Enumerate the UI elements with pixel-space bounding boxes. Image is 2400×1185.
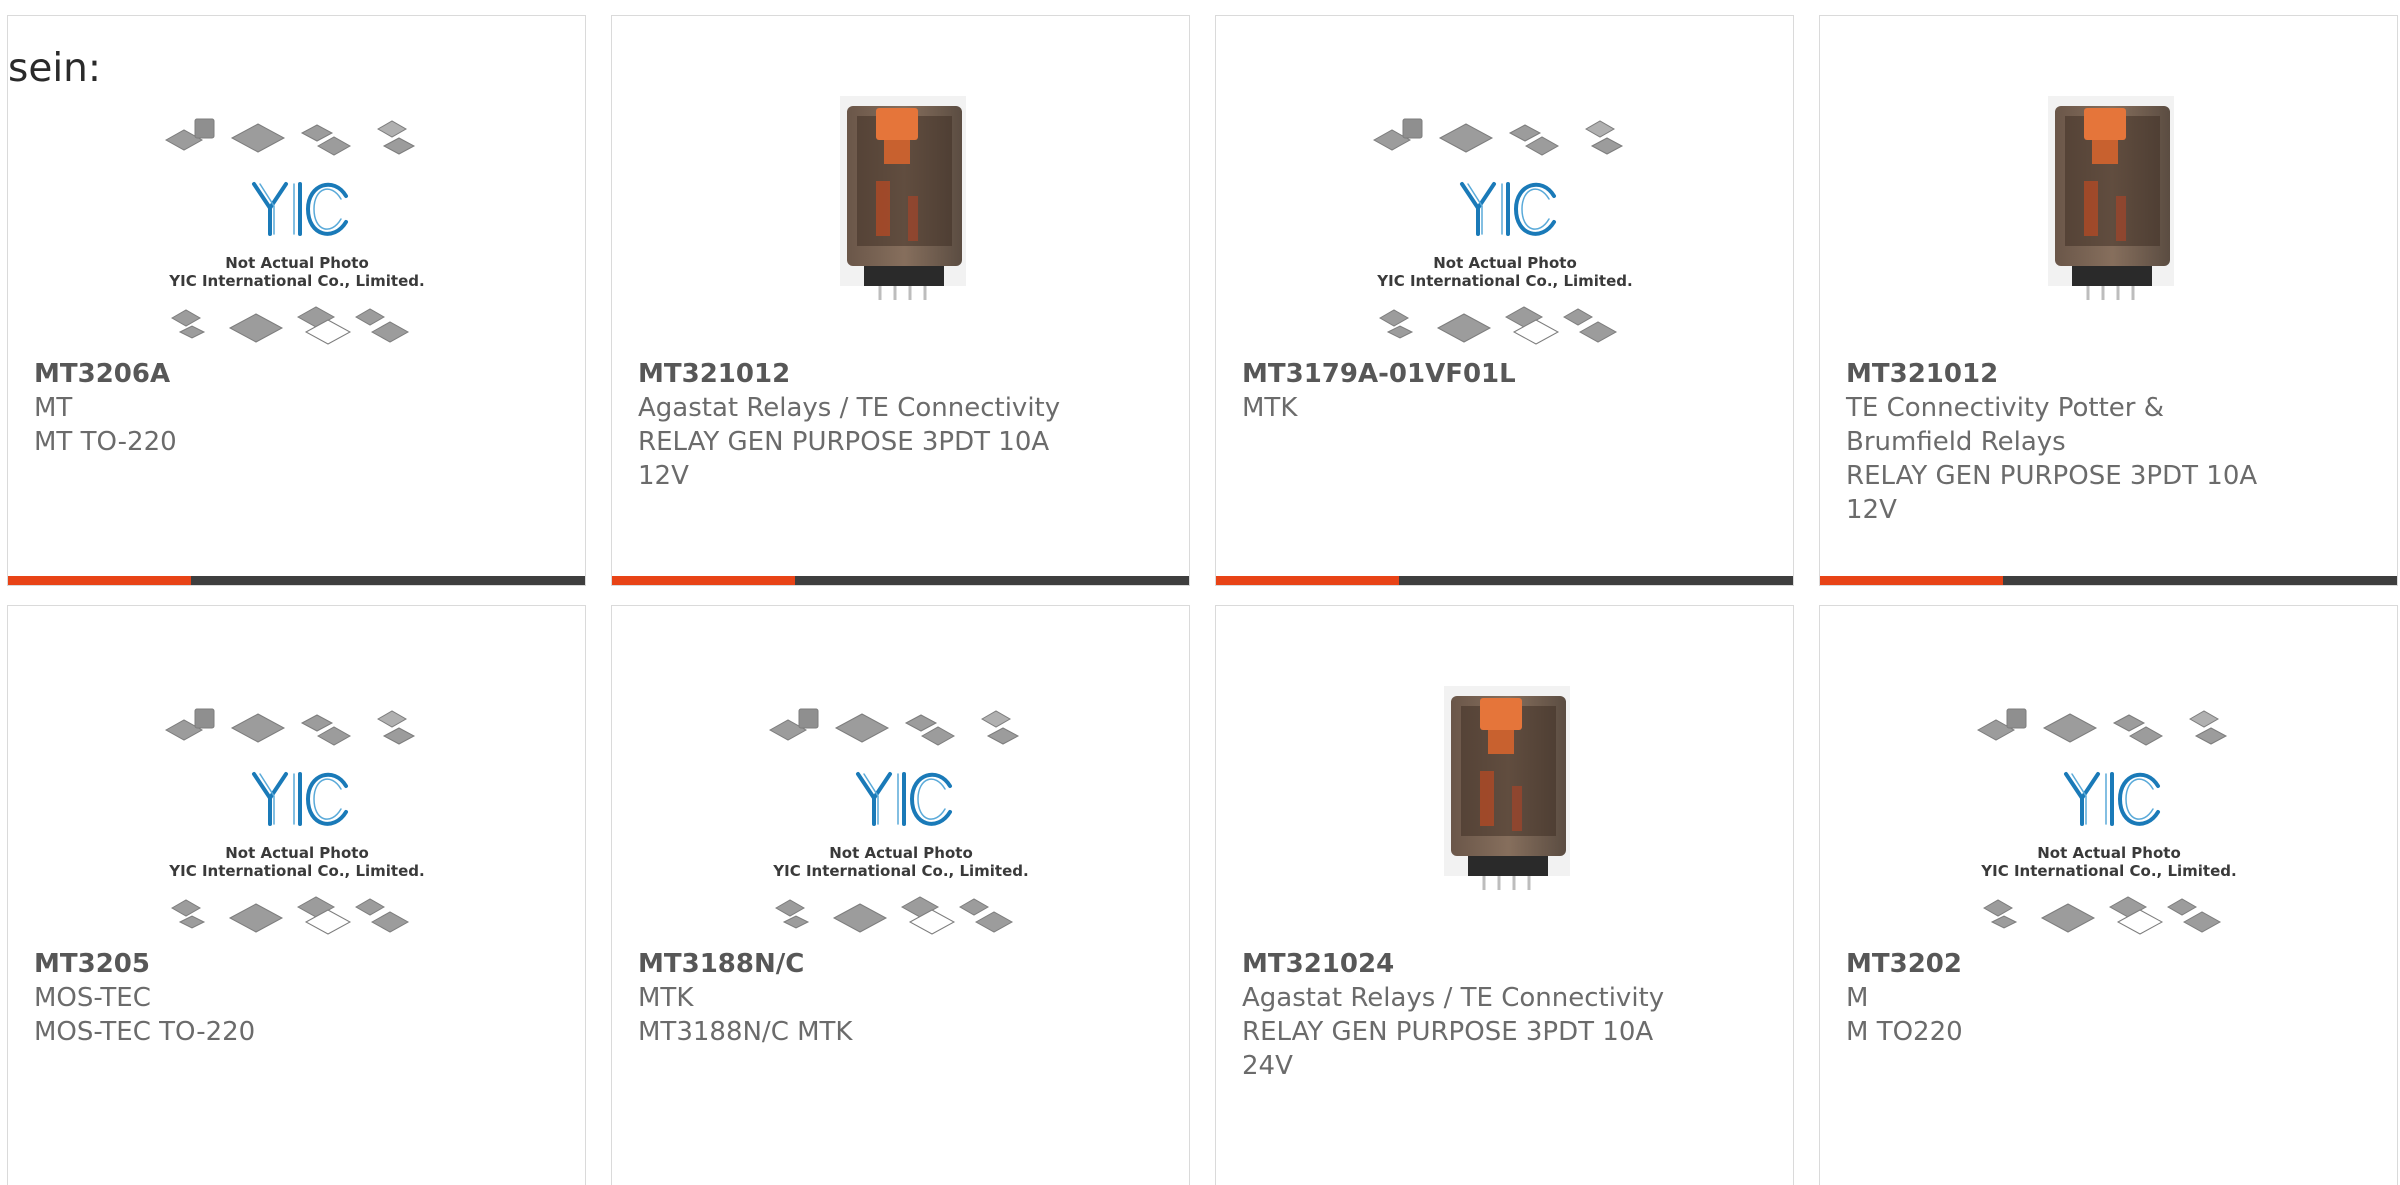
product-part-number[interactable]: MT321012 <box>638 357 1068 391</box>
placeholder-company: YIC International Co., Limited. <box>168 272 424 290</box>
card-accent-bar <box>1820 576 2003 585</box>
card-bottom-bar <box>1820 576 2397 585</box>
relay-photo-icon <box>1444 686 1570 890</box>
product-part-number[interactable]: MT321012 <box>1846 357 2276 391</box>
product-image[interactable]: Not Actual Photo YIC International Co., … <box>1216 86 1793 366</box>
relay-photo-icon <box>2048 96 2174 300</box>
product-info: MT321024 Agastat Relays / TE Connectivity… <box>1242 947 1672 1083</box>
placeholder-caption: Not Actual Photo <box>2037 844 2181 862</box>
product-card[interactable]: Not Actual Photo YIC International Co., … <box>7 605 586 1185</box>
placeholder-caption: Not Actual Photo <box>829 844 973 862</box>
product-card[interactable]: MT321012 TE Connectivity Potter & Brumfie… <box>1819 15 2398 586</box>
product-manufacturer: TE Connectivity Potter & Brumfield Relay… <box>1846 393 2165 457</box>
placeholder-caption: Not Actual Photo <box>225 254 369 272</box>
product-image[interactable] <box>612 86 1189 366</box>
product-info: MT3205 MOS-TEC MOS-TEC TO-220 <box>34 947 464 1049</box>
placeholder-photo-icon: Not Actual Photo YIC International Co., … <box>164 118 425 345</box>
product-manufacturer: Agastat Relays / TE Connectivity <box>1242 983 1665 1013</box>
placeholder-company: YIC International Co., Limited. <box>168 862 424 880</box>
product-part-number[interactable]: MT3205 <box>34 947 464 981</box>
placeholder-caption: Not Actual Photo <box>1433 254 1577 272</box>
product-part-number[interactable]: MT3202 <box>1846 947 2276 981</box>
product-image[interactable]: Not Actual Photo YIC International Co., … <box>612 676 1189 956</box>
product-image[interactable]: Not Actual Photo YIC International Co., … <box>1820 676 2397 956</box>
product-card[interactable]: Not Actual Photo YIC International Co., … <box>1819 605 2398 1185</box>
card-bottom-bar <box>1216 576 1793 585</box>
product-manufacturer: M <box>1846 983 1869 1013</box>
product-info: MT321012 Agastat Relays / TE Connectivity… <box>638 357 1068 493</box>
product-image[interactable] <box>1820 86 2397 366</box>
product-manufacturer: Agastat Relays / TE Connectivity <box>638 393 1061 423</box>
placeholder-photo-icon: Not Actual Photo YIC International Co., … <box>164 708 425 935</box>
product-part-number[interactable]: MT3206A <box>34 357 464 391</box>
product-description: M TO220 <box>1846 1017 1963 1047</box>
product-card[interactable]: Not Actual Photo YIC International Co., … <box>1215 15 1794 586</box>
placeholder-company: YIC International Co., Limited. <box>772 862 1028 880</box>
product-part-number[interactable]: MT3188N/C <box>638 947 1068 981</box>
product-manufacturer: MOS-TEC <box>34 983 151 1013</box>
product-card[interactable]: Not Actual Photo YIC International Co., … <box>611 605 1190 1185</box>
product-card[interactable]: Not Actual Photo YIC International Co., … <box>7 15 586 586</box>
card-accent-bar <box>1216 576 1399 585</box>
product-info: MT321012 TE Connectivity Potter & Brumfie… <box>1846 357 2276 527</box>
card-bottom-bar <box>612 576 1189 585</box>
card-accent-bar <box>8 576 191 585</box>
product-info: MT3206A MT MT TO-220 <box>34 357 464 459</box>
card-bottom-bar <box>8 576 585 585</box>
product-manufacturer: MT <box>34 393 73 423</box>
product-description: RELAY GEN PURPOSE 3PDT 10A 12V <box>638 427 1050 491</box>
product-description: MT3188N/C MTK <box>638 1017 853 1047</box>
product-manufacturer: MTK <box>1242 393 1298 423</box>
product-image[interactable]: Not Actual Photo YIC International Co., … <box>8 676 585 956</box>
product-grid: Not Actual Photo YIC International Co., … <box>0 0 2400 1185</box>
placeholder-caption: Not Actual Photo <box>225 844 369 862</box>
product-description: RELAY GEN PURPOSE 3PDT 10A 12V <box>1846 461 2258 525</box>
product-info: MT3188N/C MTK MT3188N/C MTK <box>638 947 1068 1049</box>
relay-photo-icon <box>840 96 966 300</box>
product-card[interactable]: MT321012 Agastat Relays / TE Connectivity… <box>611 15 1190 586</box>
placeholder-photo-icon: Not Actual Photo YIC International Co., … <box>1976 708 2237 935</box>
product-info: MT3202 M M TO220 <box>1846 947 2276 1049</box>
product-description: RELAY GEN PURPOSE 3PDT 10A 24V <box>1242 1017 1654 1081</box>
placeholder-photo-icon: Not Actual Photo YIC International Co., … <box>1372 118 1633 345</box>
placeholder-company: YIC International Co., Limited. <box>1376 272 1632 290</box>
product-info: MT3179A-01VF01L MTK <box>1242 357 1672 425</box>
product-card[interactable]: MT321024 Agastat Relays / TE Connectivity… <box>1215 605 1794 1185</box>
product-description: MOS-TEC TO-220 <box>34 1017 256 1047</box>
product-manufacturer: MTK <box>638 983 694 1013</box>
product-image[interactable] <box>1216 676 1793 956</box>
section-heading: sein: <box>8 46 102 91</box>
product-description: MT TO-220 <box>34 427 177 457</box>
product-part-number[interactable]: MT321024 <box>1242 947 1672 981</box>
placeholder-photo-icon: Not Actual Photo YIC International Co., … <box>768 708 1029 935</box>
product-image[interactable]: Not Actual Photo YIC International Co., … <box>8 86 585 366</box>
product-part-number[interactable]: MT3179A-01VF01L <box>1242 357 1672 391</box>
card-accent-bar <box>612 576 795 585</box>
placeholder-company: YIC International Co., Limited. <box>1980 862 2236 880</box>
